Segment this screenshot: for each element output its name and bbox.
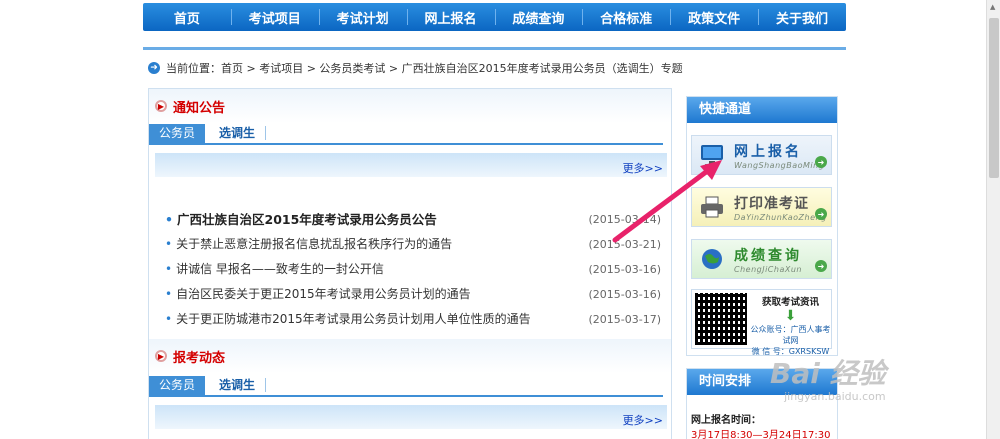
watermark-logo: Bai 经验 [770, 357, 886, 390]
button-pinyin: WangShangBaoMing [734, 160, 825, 170]
main-panel: ▶ 通知公告 公务员 选调生 更多>> 广西壮族自治区2015年度考试录用公务员… [148, 88, 672, 439]
list-item-date: (2015-03-21) [588, 238, 661, 251]
bullet-arrow-icon: ▶ [155, 100, 167, 112]
list-item-title[interactable]: 自治区民委关于更正2015年考试录用公务员计划的通告 [165, 282, 471, 307]
print-admission-button[interactable]: 打印准考证 DaYinZhunKaoZheng ➜ [691, 187, 832, 227]
tab-civil-servant[interactable]: 公务员 [149, 124, 206, 143]
go-arrow-icon: ➜ [815, 156, 827, 168]
list-item-title[interactable]: 广西壮族自治区2015年度考试录用公务员公告 [165, 207, 437, 232]
tab-selected-graduate[interactable]: 选调生 [209, 126, 267, 140]
top-nav: 首页 考试项目 考试计划 网上报名 成绩查询 合格标准 政策文件 关于我们 [143, 3, 846, 31]
bullet-arrow-icon: ▶ [155, 350, 167, 362]
news-tabs: 公务员 选调生 [149, 376, 663, 397]
schedule-label: 网上报名时间： [691, 415, 761, 426]
list-item[interactable]: 关于禁止恶意注册报名信息扰乱报名秩序行为的通告 (2015-03-21) [165, 232, 661, 257]
printer-icon [698, 194, 726, 220]
down-arrow-icon: ⬇ [784, 308, 797, 324]
nav-exam-plan[interactable]: 考试计划 [318, 3, 407, 31]
globe-icon [698, 246, 726, 272]
scroll-up-icon[interactable]: ▲ [990, 3, 995, 11]
button-pinyin: DaYinZhunKaoZheng [734, 212, 827, 222]
qr-account: 公众账号：广西人事考试网 [750, 325, 831, 345]
tab-civil-servant[interactable]: 公务员 [149, 376, 206, 395]
scrollbar-thumb[interactable] [989, 18, 999, 178]
quick-access-panel: 快捷通道 网上报名 WangShangBaoMing ➜ 打印准考证 DaYin… [686, 96, 838, 356]
list-item-date: (2015-03-16) [588, 288, 661, 301]
notice-header: ▶ 通知公告 [149, 89, 671, 123]
list-item[interactable]: 广西壮族自治区2015年度考试录用公务员公告 (2015-03-14) [165, 207, 661, 232]
go-arrow-icon: ➜ [815, 208, 827, 220]
news-title: 报考动态 [173, 350, 226, 366]
score-query-button[interactable]: 成绩查询 ChengJiChaXun ➜ [691, 239, 832, 279]
list-item[interactable]: 关于更正防城港市2015年考试录用公务员计划用人单位性质的通告 (2015-03… [165, 307, 661, 332]
nav-about[interactable]: 关于我们 [758, 3, 846, 31]
list-item[interactable]: 讲诚信 早报名——致考生的一封公开信 (2015-03-16) [165, 257, 661, 282]
notice-more-bar: 更多>> [155, 153, 667, 177]
quick-access-title: 快捷通道 [687, 97, 837, 123]
breadcrumb: ➜ 当前位置：首页 > 考试项目 > 公务员类考试 > 广西壮族自治区2015年… [148, 60, 683, 76]
news-more-link[interactable]: 更多>> [623, 414, 663, 427]
list-item[interactable]: 自治区民委关于更正2015年考试录用公务员计划的通告 (2015-03-16) [165, 282, 661, 307]
nav-exam-items[interactable]: 考试项目 [230, 3, 319, 31]
qr-heading: 获取考试资讯 [761, 297, 819, 308]
news-header: ▶ 报考动态 [149, 339, 671, 373]
wechat-qr-panel: 获取考试资讯 ⬇ 公众账号：广西人事考试网 微 信 号：GXRSKSW [691, 289, 832, 356]
nav-score-query[interactable]: 成绩查询 [494, 3, 583, 31]
nav-home[interactable]: 首页 [143, 3, 231, 31]
list-item-date: (2015-03-14) [588, 213, 661, 226]
button-pinyin: ChengJiChaXun [734, 264, 802, 274]
qr-code-icon [695, 293, 747, 345]
nav-policy[interactable]: 政策文件 [670, 3, 758, 31]
schedule-value: 3月17日8:30—3月24日17:30 [691, 430, 831, 439]
online-signup-button[interactable]: 网上报名 WangShangBaoMing ➜ [691, 135, 832, 175]
scrollbar[interactable]: ▲ [986, 0, 1000, 439]
nav-online-signup[interactable]: 网上报名 [406, 3, 495, 31]
button-label: 网上报名 [734, 143, 802, 160]
list-item-title[interactable]: 讲诚信 早报名——致考生的一封公开信 [165, 257, 384, 282]
list-item-title[interactable]: 关于更正防城港市2015年考试录用公务员计划用人单位性质的通告 [165, 307, 531, 332]
breadcrumb-text: 当前位置：首页 > 考试项目 > 公务员类考试 > 广西壮族自治区2015年度考… [166, 62, 683, 75]
list-item-title[interactable]: 关于禁止恶意注册报名信息扰乱报名秩序行为的通告 [165, 232, 452, 257]
watermark-url: jingyan.baidu.com [784, 390, 886, 403]
button-label: 打印准考证 [734, 195, 809, 212]
go-arrow-icon: ➜ [815, 260, 827, 272]
notice-title: 通知公告 [173, 100, 226, 116]
notice-more-link[interactable]: 更多>> [623, 162, 663, 175]
notice-tabs: 公务员 选调生 [149, 124, 663, 145]
baidu-watermark: Bai 经验 jingyan.baidu.com [770, 352, 886, 403]
nav-pass-standard[interactable]: 合格标准 [582, 3, 670, 31]
news-more-bar: 更多>> [155, 405, 667, 429]
button-label: 成绩查询 [734, 247, 802, 264]
arrow-right-icon: ➜ [148, 62, 160, 74]
list-item-date: (2015-03-17) [588, 313, 661, 326]
tab-selected-graduate[interactable]: 选调生 [209, 378, 267, 392]
notice-list: 广西壮族自治区2015年度考试录用公务员公告 (2015-03-14) 关于禁止… [165, 207, 661, 332]
list-item-date: (2015-03-16) [588, 263, 661, 276]
computer-icon [698, 142, 726, 168]
divider [143, 47, 846, 50]
